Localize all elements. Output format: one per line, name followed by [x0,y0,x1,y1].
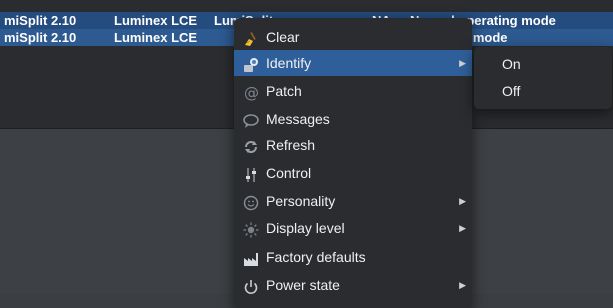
factory-icon [243,249,259,266]
menu-item-messages[interactable]: Messages [234,106,472,132]
menu-item-patch[interactable]: @ Patch [234,78,472,104]
menu-item-label: Patch [266,83,302,99]
chevron-right-icon: ▶ [459,196,466,206]
cell-model: miSplit 2.10 [4,13,77,28]
menu-item-power-state[interactable]: Power state ▶ [234,272,472,298]
menu-item-factory-defaults[interactable]: Factory defaults [234,244,472,270]
menu-item-label: Control [266,165,312,181]
speech-bubble-icon [243,111,259,128]
menu-item-display-level[interactable]: Display level ▶ [234,215,472,241]
menu-item-label: Messages [266,111,330,127]
brightness-icon [243,220,259,238]
menu-item-refresh[interactable]: Refresh [234,132,472,158]
submenu-item-off[interactable]: Off [474,78,612,104]
menu-item-label: Power state [266,277,340,293]
control-icon [243,165,259,182]
cell-manufacturer: Luminex LCE [114,30,198,45]
menu-item-label: Identify [266,55,312,71]
submenu-item-label: Off [502,83,521,99]
power-icon [243,277,259,295]
chevron-right-icon: ▶ [459,223,466,233]
menu-item-personality[interactable]: Personality ▶ [234,188,472,214]
submenu-item-label: On [502,56,521,72]
chevron-right-icon: ▶ [459,58,466,68]
menu-item-label: Personality [266,193,336,209]
submenu-item-on[interactable]: On [474,51,612,77]
menu-item-clear[interactable]: Clear [234,24,472,50]
menu-item-control[interactable]: Control [234,160,472,186]
cell-manufacturer: Luminex LCE [114,13,198,28]
broom-icon [243,29,259,46]
smiley-icon [243,193,259,211]
svg-text:@: @ [244,85,259,101]
identify-icon [243,55,259,72]
chevron-right-icon: ▶ [459,280,466,290]
context-menu: Clear Identify ▶ @ Patch Messages Refres… [234,18,472,308]
menu-item-label: Display level [266,220,345,236]
menu-item-label: Clear [266,29,300,45]
menu-item-label: Factory defaults [266,249,366,265]
at-icon: @ [243,83,259,102]
cell-model: miSplit 2.10 [4,30,77,45]
menu-item-label: Refresh [266,137,316,153]
identify-submenu: On Off [474,47,612,109]
menu-item-identify[interactable]: Identify ▶ [234,50,472,76]
refresh-icon [243,137,259,153]
